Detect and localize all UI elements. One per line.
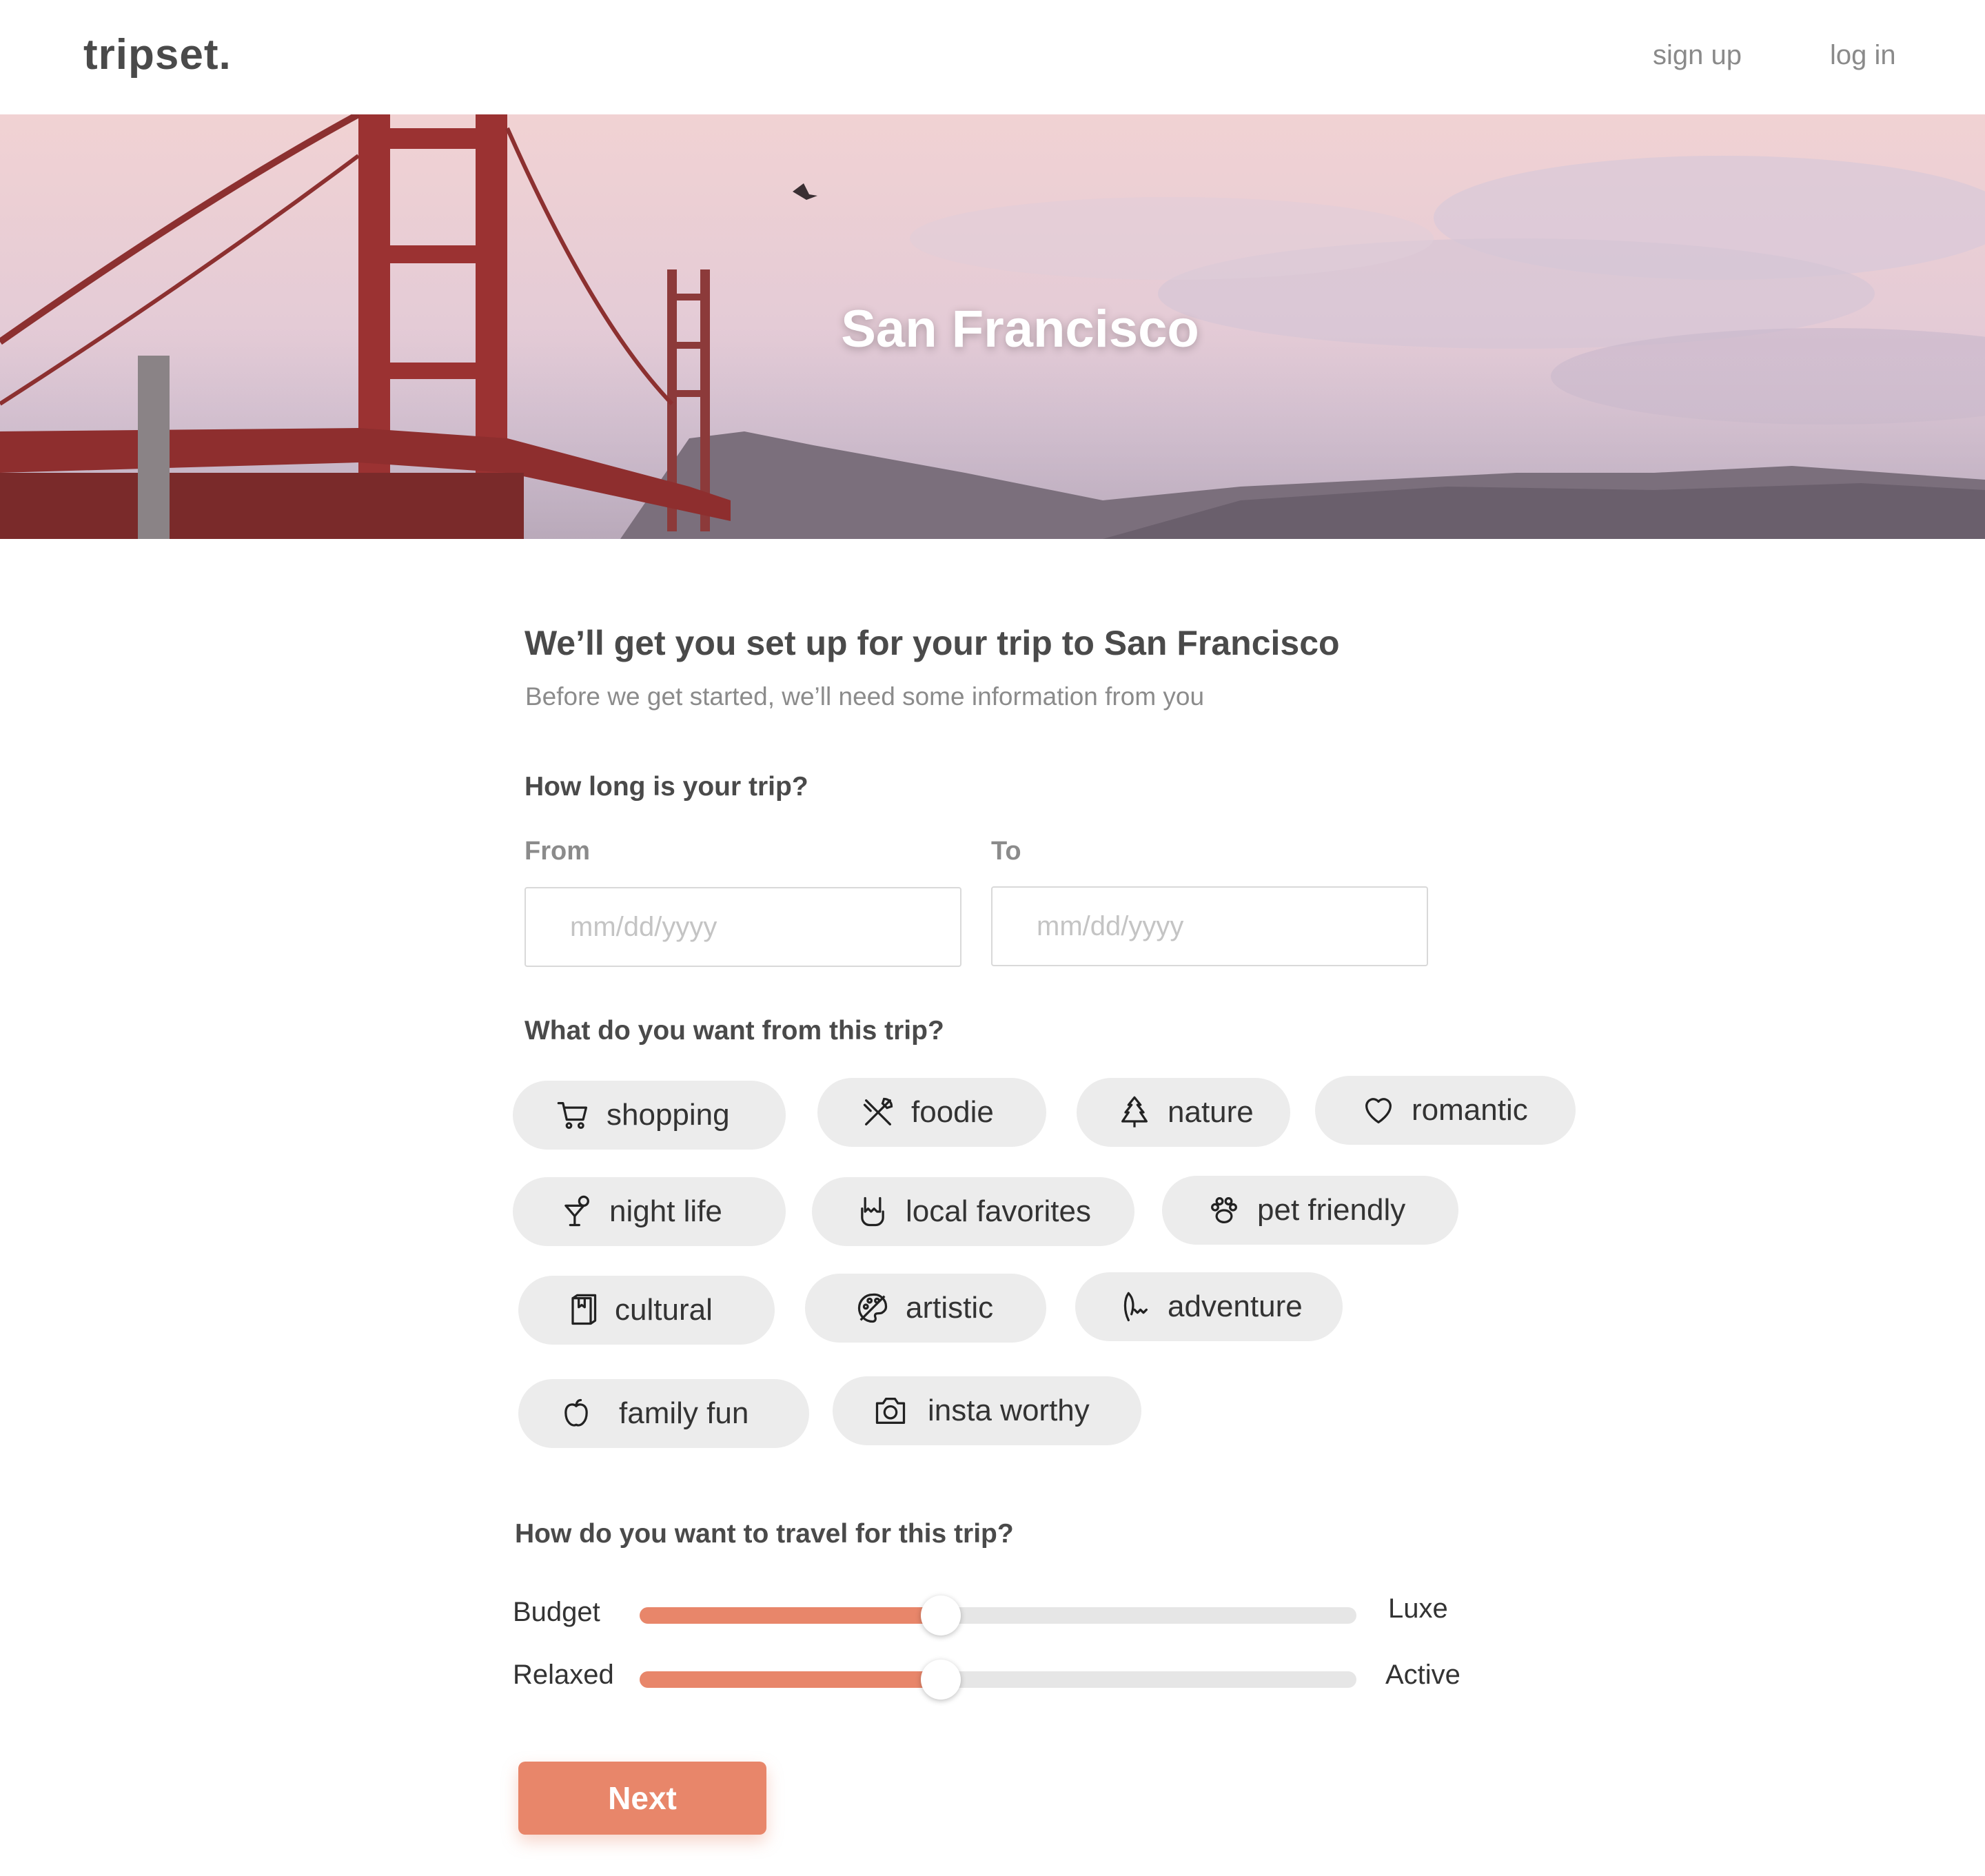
page-subtitle: Before we get started, we’ll need some i… bbox=[525, 682, 1205, 711]
hero-banner: San Francisco bbox=[0, 114, 1985, 539]
trip-length-question: How long is your trip? bbox=[525, 772, 808, 802]
log-in-link[interactable]: log in bbox=[1830, 40, 1896, 71]
chip-label: family fun bbox=[619, 1396, 749, 1430]
chip-artistic[interactable]: artistic bbox=[805, 1274, 1046, 1343]
logo[interactable]: tripset. bbox=[83, 30, 232, 79]
chip-night-life[interactable]: night life bbox=[513, 1177, 786, 1246]
palette-icon bbox=[853, 1289, 892, 1327]
tree-icon bbox=[1115, 1093, 1154, 1132]
destination-title: San Francisco bbox=[841, 300, 1199, 358]
from-label: From bbox=[525, 837, 590, 866]
chip-label: nature bbox=[1168, 1095, 1254, 1129]
chip-cultural[interactable]: cultural bbox=[518, 1276, 775, 1345]
luxe-label: Luxe bbox=[1388, 1593, 1448, 1624]
slider-fill bbox=[640, 1607, 941, 1624]
interests-question: What do you want from this trip? bbox=[525, 1016, 944, 1046]
travel-style-question: How do you want to travel for this trip? bbox=[515, 1519, 1014, 1549]
chip-local-favorites[interactable]: local favorites bbox=[812, 1177, 1134, 1246]
camera-icon bbox=[871, 1391, 910, 1430]
slider-thumb[interactable] bbox=[920, 1660, 961, 1700]
chip-label: romantic bbox=[1412, 1093, 1528, 1127]
chip-family-fun[interactable]: family fun bbox=[518, 1379, 809, 1448]
utensils-icon bbox=[859, 1093, 897, 1132]
budget-label: Budget bbox=[513, 1597, 600, 1627]
slider-fill bbox=[640, 1671, 941, 1688]
sign-up-link[interactable]: sign up bbox=[1653, 40, 1742, 71]
next-button[interactable]: Next bbox=[518, 1762, 766, 1835]
chip-romantic[interactable]: romantic bbox=[1315, 1076, 1576, 1145]
page-title: We’ll get you set up for your trip to Sa… bbox=[525, 624, 1340, 662]
chip-pet-friendly[interactable]: pet friendly bbox=[1162, 1176, 1458, 1245]
apple-icon bbox=[557, 1394, 596, 1433]
chip-label: local favorites bbox=[906, 1194, 1092, 1228]
chip-label: pet friendly bbox=[1257, 1193, 1406, 1227]
top-navbar: tripset. sign up log in bbox=[0, 0, 1985, 114]
chip-label: artistic bbox=[906, 1291, 994, 1325]
to-label: To bbox=[991, 837, 1021, 866]
active-label: Active bbox=[1385, 1660, 1460, 1690]
relaxed-active-slider[interactable] bbox=[640, 1660, 1356, 1700]
slider-thumb[interactable] bbox=[920, 1595, 961, 1635]
chip-label: insta worthy bbox=[928, 1394, 1090, 1427]
chip-nature[interactable]: nature bbox=[1077, 1078, 1290, 1147]
from-date-input[interactable] bbox=[525, 887, 961, 967]
to-date-input[interactable] bbox=[991, 886, 1428, 966]
cart-icon bbox=[554, 1096, 593, 1134]
trip-setup-form: We’ll get you set up for your trip to Sa… bbox=[0, 539, 1985, 1876]
paw-icon bbox=[1205, 1191, 1243, 1230]
relaxed-label: Relaxed bbox=[513, 1660, 614, 1690]
budget-luxe-slider[interactable] bbox=[640, 1595, 1356, 1635]
cocktail-icon bbox=[557, 1192, 596, 1231]
chip-foodie[interactable]: foodie bbox=[817, 1078, 1046, 1147]
chip-adventure[interactable]: adventure bbox=[1075, 1272, 1343, 1341]
book-icon bbox=[562, 1291, 601, 1329]
heart-icon bbox=[1359, 1091, 1398, 1130]
chip-label: shopping bbox=[607, 1098, 730, 1132]
rock-hand-icon bbox=[853, 1192, 892, 1231]
chip-shopping[interactable]: shopping bbox=[513, 1081, 786, 1150]
chip-label: cultural bbox=[615, 1293, 713, 1327]
hiking-icon bbox=[1115, 1287, 1154, 1326]
chip-label: foodie bbox=[911, 1095, 994, 1129]
chip-insta-worthy[interactable]: insta worthy bbox=[833, 1376, 1141, 1445]
chip-label: adventure bbox=[1168, 1289, 1303, 1323]
chip-label: night life bbox=[609, 1194, 722, 1228]
